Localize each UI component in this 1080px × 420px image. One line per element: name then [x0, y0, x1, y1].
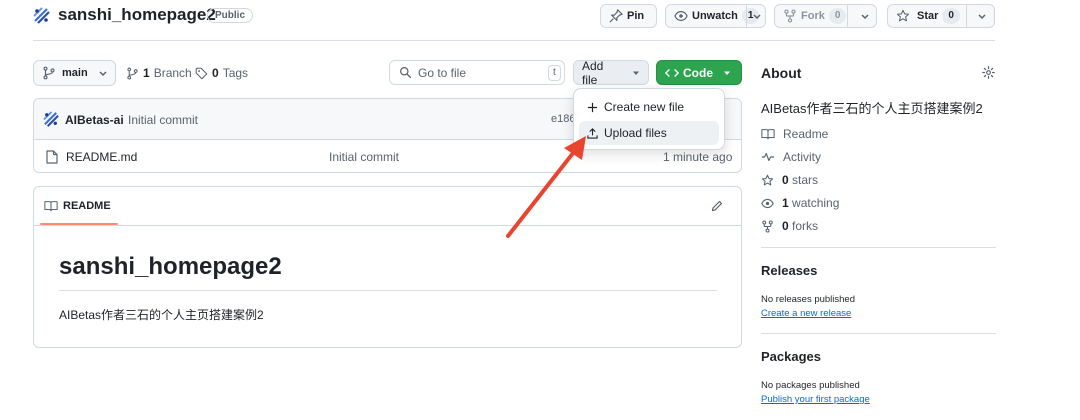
chevron-down-icon[interactable]	[752, 10, 762, 25]
branches-count: 1	[143, 66, 150, 80]
search-shortcut-key: t	[548, 65, 561, 81]
add-file-label: Add file	[582, 58, 604, 87]
forks-label: forks	[792, 219, 819, 233]
star-icon	[896, 9, 910, 23]
commit-author[interactable]: AIBetas-ai	[65, 113, 124, 127]
forks-count: 0	[782, 219, 789, 233]
publish-package-link[interactable]: Publish your first package	[761, 394, 870, 405]
plus-icon	[587, 102, 598, 113]
menu-item-upload-files[interactable]: Upload files	[579, 121, 719, 145]
fork-button[interactable]: Fork 0	[774, 4, 877, 28]
about-title: About	[761, 65, 802, 81]
branch-icon	[126, 67, 139, 80]
file-icon	[46, 150, 58, 167]
readme-heading-rule	[59, 290, 717, 291]
stars-label: stars	[792, 173, 819, 187]
go-to-file-input[interactable]: Go to file t	[389, 60, 565, 85]
forks-link[interactable]: 0 forks	[761, 219, 818, 233]
unwatch-divider	[746, 4, 747, 28]
file-commit-time: 1 minute ago	[663, 150, 733, 164]
activity-link-label: Activity	[783, 150, 822, 164]
watching-label: watching	[792, 196, 840, 210]
annotation-arrow	[506, 136, 586, 238]
activity-link[interactable]: Activity	[761, 150, 821, 164]
branch-label: main	[62, 67, 88, 79]
pin-label: Pin	[627, 10, 645, 22]
visibility-badge: Public	[207, 8, 254, 23]
watching-link[interactable]: 1 watching	[761, 196, 839, 210]
commit-hash[interactable]: e186	[551, 113, 575, 125]
unwatch-button[interactable]: Unwatch 1	[665, 4, 766, 28]
triangle-down-icon	[723, 69, 731, 77]
sidebar-divider	[761, 247, 996, 248]
tag-icon	[195, 67, 208, 80]
pin-icon	[609, 9, 623, 23]
menu-item-label: Create new file	[604, 100, 685, 114]
readme-panel: README sanshi_homepage2 AIBetas作者三石的个人主页…	[33, 186, 742, 348]
chevron-down-icon	[98, 67, 108, 79]
pin-button[interactable]: Pin	[600, 4, 657, 28]
branch-icon	[42, 66, 56, 80]
about-description: AIBetas作者三石的个人主页搭建案例2	[761, 101, 983, 116]
add-file-button[interactable]: Add file	[573, 58, 649, 87]
code-icon	[665, 67, 679, 79]
releases-empty: No releases published	[761, 294, 856, 305]
fork-count: 0	[828, 8, 847, 24]
branch-selector[interactable]: main	[33, 60, 116, 86]
packages-empty: No packages published	[761, 380, 860, 391]
releases-title[interactable]: Releases	[761, 263, 817, 278]
tags-count: 0	[212, 66, 219, 80]
code-label: Code	[683, 65, 713, 80]
search-icon	[399, 66, 412, 82]
branches-link[interactable]: 1 Branch	[126, 66, 192, 80]
pulse-icon	[761, 151, 775, 163]
gear-icon[interactable]	[982, 66, 995, 82]
sidebar-divider	[761, 333, 996, 334]
readme-body: AIBetas作者三石的个人主页搭建案例2	[59, 308, 264, 322]
readme-link[interactable]: Readme	[761, 127, 828, 141]
star-divider	[966, 4, 967, 28]
eye-icon	[674, 9, 688, 23]
file-name[interactable]: README.md	[66, 150, 137, 164]
menu-item-label: Upload files	[604, 126, 667, 140]
repo-logo-icon	[33, 7, 51, 25]
readme-header-divider	[34, 225, 741, 226]
fork-divider	[847, 4, 848, 28]
readme-heading: sanshi_homepage2	[59, 253, 282, 280]
star-label: Star	[917, 10, 939, 22]
tags-link[interactable]: 0 Tags	[195, 66, 248, 80]
packages-title[interactable]: Packages	[761, 349, 821, 364]
fork-icon	[761, 219, 774, 233]
readme-tab-label: README	[63, 200, 111, 212]
stars-count: 0	[782, 173, 789, 187]
create-release-link[interactable]: Create a new release	[761, 308, 851, 319]
fork-icon	[783, 9, 797, 23]
stars-link[interactable]: 0 stars	[761, 173, 818, 187]
chevron-down-icon[interactable]	[860, 10, 870, 25]
edit-pencil-icon[interactable]	[711, 200, 723, 215]
star-icon	[761, 174, 774, 187]
book-icon	[44, 200, 58, 212]
book-icon	[761, 128, 775, 140]
branches-label: Branch	[153, 66, 192, 80]
search-placeholder: Go to file	[418, 66, 467, 80]
triangle-down-icon	[632, 69, 640, 77]
unwatch-label: Unwatch	[692, 10, 738, 22]
avatar[interactable]	[43, 111, 60, 131]
readme-link-label: Readme	[783, 127, 829, 141]
header-divider	[33, 40, 995, 41]
eye-icon	[761, 197, 774, 210]
repo-name[interactable]: sanshi_homepage2	[58, 5, 216, 25]
star-button[interactable]: Star 0	[887, 4, 995, 28]
star-count: 0	[942, 8, 960, 24]
code-button[interactable]: Code	[656, 60, 742, 85]
menu-item-create-new-file[interactable]: Create new file	[579, 96, 719, 118]
watching-count: 1	[782, 196, 789, 210]
chevron-down-icon[interactable]	[977, 10, 987, 25]
fork-label: Fork	[801, 10, 825, 22]
commit-message[interactable]: Initial commit	[128, 113, 198, 127]
tags-label: Tags	[222, 66, 249, 80]
file-commit-message[interactable]: Initial commit	[329, 150, 399, 164]
readme-tab[interactable]: README	[34, 187, 120, 225]
